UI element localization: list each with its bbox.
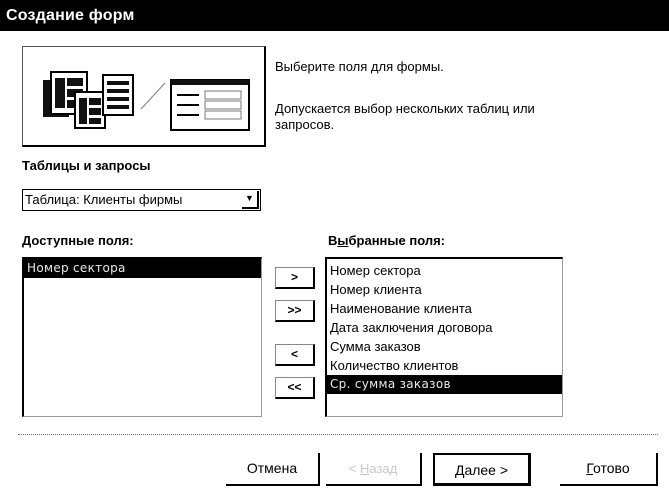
form-icon — [170, 79, 250, 131]
cancel-button[interactable]: Отмена — [226, 453, 320, 486]
list-item[interactable]: Количество клиентов — [327, 356, 562, 375]
hint-multiple-tables-line2: запросов. — [275, 117, 335, 132]
remove-all-fields-button[interactable]: << — [275, 377, 315, 399]
list-item[interactable]: Наименование клиента — [327, 299, 562, 318]
footer-divider — [18, 434, 658, 435]
remove-field-button[interactable]: < — [275, 344, 315, 366]
back-button[interactable]: < Назад — [326, 453, 422, 486]
list-item[interactable]: Сумма заказов — [327, 337, 562, 356]
table-stack-icon — [43, 71, 134, 129]
tables-queries-select[interactable]: Таблица: Клиенты фирмы ▼ — [22, 189, 261, 211]
add-all-fields-button[interactable]: >> — [275, 300, 315, 322]
list-item[interactable]: Номер клиента — [327, 280, 562, 299]
selected-fields-label: Выбранные поля: — [328, 233, 445, 248]
list-item-selected[interactable]: Ср. сумма заказов — [327, 375, 562, 394]
list-item[interactable]: Номер сектора — [24, 259, 261, 278]
available-fields-list[interactable]: Номер сектора — [22, 257, 262, 417]
arrow-icon — [140, 82, 166, 110]
tables-queries-label: Таблицы и запросы — [22, 158, 151, 173]
list-item[interactable]: Номер сектора — [327, 261, 562, 280]
list-item[interactable]: Дата заключения договора — [327, 318, 562, 337]
next-button[interactable]: Далее > — [433, 453, 531, 486]
available-fields-label: Доступные поля: — [22, 233, 134, 248]
wizard-illustration — [22, 46, 266, 147]
finish-button[interactable]: Готово — [560, 453, 658, 486]
hint-multiple-tables-line1: Допускается выбор нескольких таблиц или — [275, 101, 535, 116]
tables-queries-value: Таблица: Клиенты фирмы — [25, 192, 183, 207]
selected-fields-list[interactable]: Номер сектора Номер клиента Наименование… — [325, 257, 563, 417]
window-title: Создание форм — [0, 0, 669, 31]
chevron-down-icon[interactable]: ▼ — [242, 191, 259, 209]
add-field-button[interactable]: > — [275, 267, 315, 289]
hint-select-fields: Выберите поля для формы. — [275, 59, 444, 74]
